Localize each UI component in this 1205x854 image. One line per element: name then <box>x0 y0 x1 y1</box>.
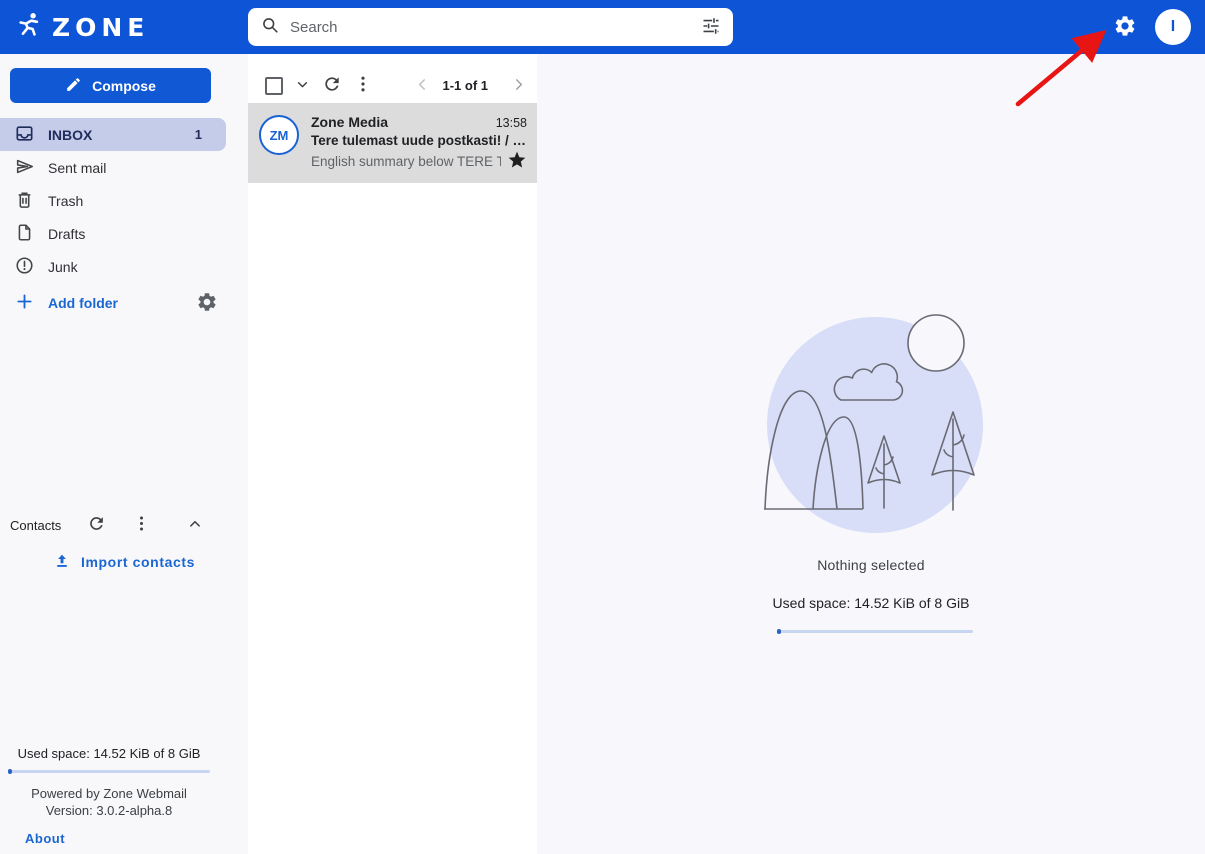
sidebar-item-trash[interactable]: Trash <box>0 184 248 217</box>
folder-label: Drafts <box>48 225 86 242</box>
folder-label: Trash <box>48 192 84 209</box>
email-time: 13:58 <box>495 116 527 130</box>
plus-icon <box>14 291 35 315</box>
folder-label: Junk <box>48 258 78 275</box>
select-dropdown-button[interactable] <box>294 76 311 96</box>
inbox-icon <box>14 123 35 147</box>
unread-count-badge: 1 <box>194 127 202 142</box>
search-icon <box>260 15 280 40</box>
contacts-refresh-button[interactable] <box>87 514 106 536</box>
search-filters-button[interactable] <box>701 16 721 39</box>
message-list-panel: 1-1 of 1 ZM Zone Media 13:58 Tere tulema… <box>248 54 537 854</box>
pagination: 1-1 of 1 <box>403 76 529 96</box>
folder-settings-gear-icon <box>196 291 218 316</box>
upload-icon <box>53 552 71 573</box>
star-icon <box>507 150 527 173</box>
empty-state-label: Nothing selected <box>817 557 925 573</box>
list-more-button[interactable] <box>353 74 373 97</box>
email-list-item[interactable]: ZM Zone Media 13:58 Tere tulemast uude p… <box>248 103 537 183</box>
email-sender: Zone Media <box>311 114 389 130</box>
import-contacts-button[interactable]: Import contacts <box>0 549 248 575</box>
previous-page-button[interactable] <box>414 76 431 96</box>
quota-text: Used space: 14.52 KiB of 8 GiB <box>772 595 970 611</box>
draft-icon <box>14 222 35 246</box>
header-actions: I <box>1113 0 1191 54</box>
sender-initials: ZM <box>269 127 289 143</box>
reading-pane: Nothing selected Used space: 14.52 KiB o… <box>537 54 1205 854</box>
sidebar-item-inbox[interactable]: INBOX 1 <box>0 118 226 151</box>
zone-webmail-app: ZONE Search I Compose INBOX 1 Sent mail … <box>0 0 1205 854</box>
chevron-left-icon <box>414 76 431 96</box>
about-link[interactable]: About <box>25 831 65 846</box>
chevron-up-icon <box>186 515 204 536</box>
quota-progress-fill <box>8 769 13 774</box>
message-list-toolbar: 1-1 of 1 <box>248 54 537 103</box>
sidebar-item-drafts[interactable]: Drafts <box>0 217 248 250</box>
sidebar-item-junk[interactable]: Junk <box>0 250 248 283</box>
chevron-down-icon <box>294 76 311 96</box>
folder-list: INBOX 1 Sent mail Trash Drafts Junk Add … <box>0 118 248 319</box>
email-content: Zone Media 13:58 Tere tulemast uude post… <box>311 114 527 172</box>
tune-icon <box>701 16 721 39</box>
contacts-collapse-button[interactable] <box>186 515 204 536</box>
more-vert-icon <box>132 514 151 536</box>
empty-state-illustration <box>764 314 983 533</box>
contacts-more-button[interactable] <box>132 514 151 536</box>
send-icon <box>14 156 35 180</box>
settings-button[interactable] <box>1113 14 1137 41</box>
junk-alert-icon <box>14 255 35 279</box>
sidebar-item-sent[interactable]: Sent mail <box>0 151 248 184</box>
trash-icon <box>14 189 35 213</box>
folder-settings-button[interactable] <box>196 291 218 316</box>
search-input[interactable] <box>290 18 701 36</box>
compose-button[interactable]: Compose <box>10 68 211 103</box>
refresh-icon <box>322 74 342 97</box>
avatar-initial: I <box>1170 18 1176 35</box>
version-text: Version: 3.0.2-alpha.8 <box>45 803 173 818</box>
zone-logo[interactable]: ZONE <box>16 0 149 54</box>
brand-text: ZONE <box>52 12 150 42</box>
pagination-label: 1-1 of 1 <box>442 78 488 93</box>
email-subject: Tere tulemast uude postkasti! / … <box>311 133 527 148</box>
settings-gear-icon <box>1113 14 1137 41</box>
add-folder-label: Add folder <box>48 294 118 311</box>
top-bar: ZONE Search I <box>0 0 1205 54</box>
star-button[interactable] <box>507 150 527 173</box>
quota-progress-fill <box>777 629 781 634</box>
folder-label: Sent mail <box>48 159 107 176</box>
contacts-section-header: Contacts <box>10 510 238 540</box>
refresh-list-button[interactable] <box>322 74 342 97</box>
folder-label: INBOX <box>48 126 93 143</box>
quota-text: Used space: 14.52 KiB of 8 GiB <box>17 746 201 761</box>
pencil-icon <box>65 76 82 96</box>
powered-by-text: Powered by Zone Webmail <box>31 786 187 801</box>
search-bar[interactable] <box>248 8 733 46</box>
user-avatar[interactable]: I <box>1155 9 1191 45</box>
quota-progress-bar <box>777 629 973 634</box>
add-folder-button[interactable]: Add folder <box>0 286 248 319</box>
compose-label: Compose <box>92 77 156 94</box>
contacts-title: Contacts <box>10 517 62 533</box>
import-contacts-label: Import contacts <box>80 554 195 570</box>
runner-icon <box>16 11 43 43</box>
select-all-checkbox[interactable] <box>265 76 283 95</box>
sidebar-footer: Used space: 14.52 KiB of 8 GiB Powered b… <box>8 738 210 848</box>
refresh-icon <box>87 514 106 536</box>
sidebar: Compose INBOX 1 Sent mail Trash Drafts J… <box>0 54 248 854</box>
quota-progress-bar <box>8 769 210 774</box>
more-vert-icon <box>353 74 373 97</box>
email-preview: English summary below TERE T… <box>311 154 501 169</box>
sender-avatar: ZM <box>259 115 299 155</box>
next-page-button[interactable] <box>510 76 527 96</box>
chevron-right-icon <box>510 76 527 96</box>
